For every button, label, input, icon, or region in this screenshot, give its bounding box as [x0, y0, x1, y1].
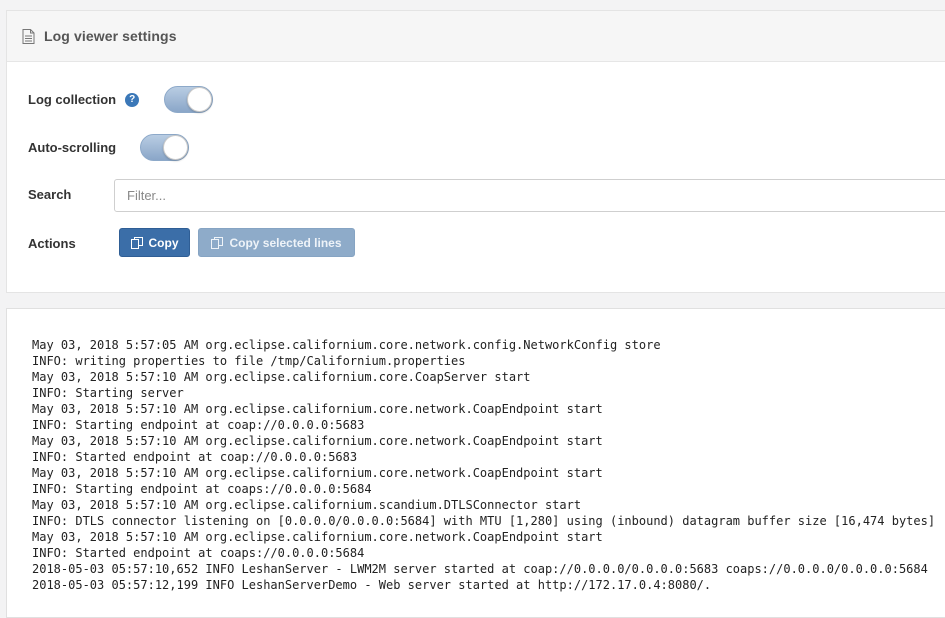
log-line[interactable]: INFO: Starting server	[32, 385, 945, 401]
auto-scrolling-toggle[interactable]	[140, 134, 190, 161]
log-line[interactable]: May 03, 2018 5:57:10 AM org.eclipse.cali…	[32, 369, 945, 385]
log-line[interactable]: INFO: Starting endpoint at coap://0.0.0.…	[32, 417, 945, 433]
document-icon	[22, 28, 35, 44]
copy-icon	[211, 236, 224, 249]
log-viewer-settings-panel: Log viewer settings Log collection ? Aut…	[6, 10, 945, 293]
log-line[interactable]: INFO: DTLS connector listening on [0.0.0…	[32, 513, 945, 529]
auto-scrolling-row: Auto-scrolling	[28, 134, 190, 161]
log-line[interactable]: May 03, 2018 5:57:10 AM org.eclipse.cali…	[32, 401, 945, 417]
log-line[interactable]: INFO: writing properties to file /tmp/Ca…	[32, 353, 945, 369]
log-output[interactable]: May 03, 2018 5:57:05 AM org.eclipse.cali…	[6, 308, 945, 618]
log-line[interactable]: 2018-05-03 05:57:10,652 INFO LeshanServe…	[32, 561, 945, 577]
panel-header: Log viewer settings	[7, 11, 945, 62]
log-line[interactable]: May 03, 2018 5:57:10 AM org.eclipse.cali…	[32, 497, 945, 513]
copy-button[interactable]: Copy	[119, 228, 190, 257]
actions-row: Actions	[28, 236, 76, 251]
search-row: Search	[28, 187, 71, 202]
log-collection-toggle[interactable]	[164, 86, 214, 113]
log-collection-row: Log collection ?	[28, 86, 214, 113]
copy-button-label: Copy	[148, 235, 179, 250]
toggle-knob	[187, 87, 213, 112]
auto-scrolling-label: Auto-scrolling	[28, 140, 117, 155]
panel-title: Log viewer settings	[44, 28, 177, 44]
log-line[interactable]: INFO: Started endpoint at coaps://0.0.0.…	[32, 545, 945, 561]
log-line[interactable]: May 03, 2018 5:57:05 AM org.eclipse.cali…	[32, 337, 945, 353]
log-line[interactable]: INFO: Starting endpoint at coaps://0.0.0…	[32, 481, 945, 497]
log-line[interactable]: INFO: Started endpoint at coap://0.0.0.0…	[32, 449, 945, 465]
copy-icon	[130, 236, 143, 249]
copy-selected-lines-label: Copy selected lines	[229, 235, 342, 250]
toggle-knob	[163, 135, 189, 160]
log-collection-label: Log collection	[28, 92, 117, 107]
actions-label: Actions	[28, 236, 76, 251]
log-line[interactable]: May 03, 2018 5:57:10 AM org.eclipse.cali…	[32, 465, 945, 481]
log-line[interactable]: 2018-05-03 05:57:12,199 INFO LeshanServe…	[32, 577, 945, 593]
search-label: Search	[28, 187, 72, 202]
help-icon[interactable]: ?	[125, 92, 140, 107]
search-input[interactable]	[114, 179, 945, 212]
copy-selected-lines-button[interactable]: Copy selected lines	[198, 228, 355, 257]
log-line[interactable]: May 03, 2018 5:57:10 AM org.eclipse.cali…	[32, 433, 945, 449]
log-line[interactable]: May 03, 2018 5:57:10 AM org.eclipse.cali…	[32, 529, 945, 545]
